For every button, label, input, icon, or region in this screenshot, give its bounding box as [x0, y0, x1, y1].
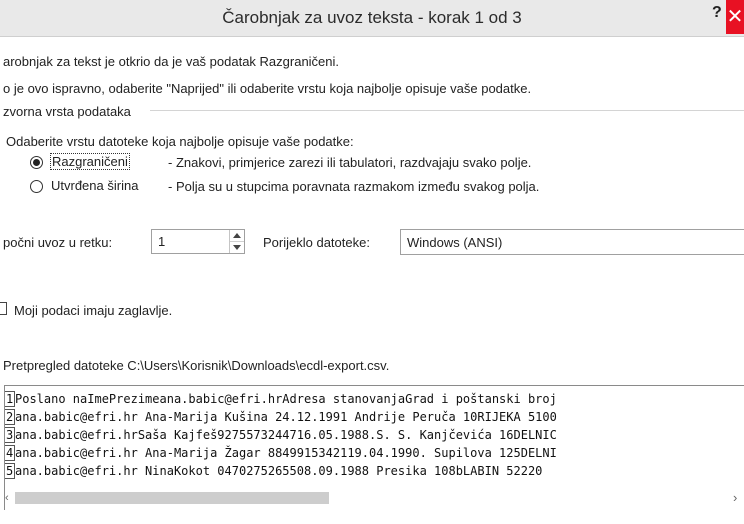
intro-detected-text: arobnjak za tekst je otkrio da je vaš po…	[3, 54, 340, 69]
start-row-label: počni uvoz u retku:	[3, 235, 113, 250]
preview-row: 2 ana.babic@efri.hr Ana-Marija Kušina 24.…	[5, 408, 557, 426]
preview-row: 4 ana.babic@efri.hr Ana-Marija Žagar 8849…	[5, 444, 557, 462]
spinner-buttons	[229, 230, 244, 253]
scroll-right-icon[interactable]: ›	[733, 490, 737, 505]
file-origin-value: Windows (ANSI)	[407, 235, 503, 250]
start-row-spinner[interactable]: 1	[151, 229, 245, 254]
delimited-option-label: Razgraničeni	[50, 153, 130, 170]
radio-fixed-width[interactable]	[30, 180, 43, 193]
row-text: Poslano naImePrezimeana.babic@efri.hrAdr…	[15, 392, 557, 406]
help-button[interactable]: ?	[712, 4, 722, 22]
data-type-group-title: zvorna vrsta podataka	[3, 104, 131, 119]
preview-row: 1 Poslano naImePrezimeana.babic@efri.hrAd…	[5, 390, 557, 408]
file-origin-select[interactable]: Windows (ANSI)	[400, 229, 744, 255]
arrow-down-icon	[233, 245, 241, 250]
radio-selected-dot	[33, 159, 40, 166]
headers-checkbox-label[interactable]: Moji podaci imaju zaglavlje.	[14, 303, 172, 318]
window-title: Čarobnjak za uvoz teksta - korak 1 od 3	[222, 8, 522, 27]
preview-rows: 1 Poslano naImePrezimeana.babic@efri.hrAd…	[5, 390, 557, 480]
delimited-description: - Znakovi, primjerice zarezi ili tabulat…	[168, 155, 532, 170]
row-text: ana.babic@efri.hrSaša Kajfeš927557324471…	[15, 428, 557, 442]
file-preview-pane[interactable]: 1 Poslano naImePrezimeana.babic@efri.hrAd…	[4, 385, 744, 510]
preview-row: 3 ana.babic@efri.hrSaša Kajfeš92755732447…	[5, 426, 557, 444]
row-number: 5	[5, 463, 15, 479]
radio-delimited[interactable]	[30, 156, 43, 169]
row-number: 1	[5, 391, 15, 407]
radio-delimited-label[interactable]: Razgraničeni	[50, 153, 130, 170]
headers-checkbox[interactable]	[0, 302, 7, 315]
start-row-value: 1	[158, 234, 166, 249]
row-number: 2	[5, 409, 15, 425]
fixed-width-description: - Polja su u stupcima poravnata razmakom…	[168, 179, 540, 194]
spin-up-button[interactable]	[230, 230, 244, 242]
data-type-prompt: Odaberite vrstu datoteke koja najbolje o…	[6, 134, 354, 149]
row-text: ana.babic@efri.hr NinaKokot 047027526550…	[15, 464, 543, 478]
row-number: 4	[5, 445, 15, 461]
title-bar: Čarobnjak za uvoz teksta - korak 1 od 3 …	[0, 0, 744, 37]
close-button[interactable]: ✕	[726, 0, 744, 34]
file-origin-label: Porijeklo datoteke:	[263, 235, 370, 250]
arrow-up-icon	[233, 233, 241, 238]
row-text: ana.babic@efri.hr Ana-Marija Žagar 88499…	[15, 446, 557, 460]
row-number: 3	[5, 427, 15, 443]
scrollbar-thumb[interactable]	[15, 492, 329, 504]
spin-down-button[interactable]	[230, 242, 244, 253]
scroll-left-icon[interactable]: ‹	[5, 492, 9, 504]
group-divider	[150, 110, 744, 111]
fixed-width-option-label[interactable]: Utvrđena širina	[51, 178, 138, 193]
row-text: ana.babic@efri.hr Ana-Marija Kušina 24.1…	[15, 410, 557, 424]
preview-row: 5 ana.babic@efri.hr NinaKokot 04702752655…	[5, 462, 557, 480]
preview-label: Pretpregled datoteke C:\Users\Korisnik\D…	[3, 358, 390, 373]
horizontal-scrollbar[interactable]: ‹ ›	[5, 487, 744, 509]
intro-instruction-text: o je ovo ispravno, odaberite "Naprijed" …	[3, 81, 532, 96]
